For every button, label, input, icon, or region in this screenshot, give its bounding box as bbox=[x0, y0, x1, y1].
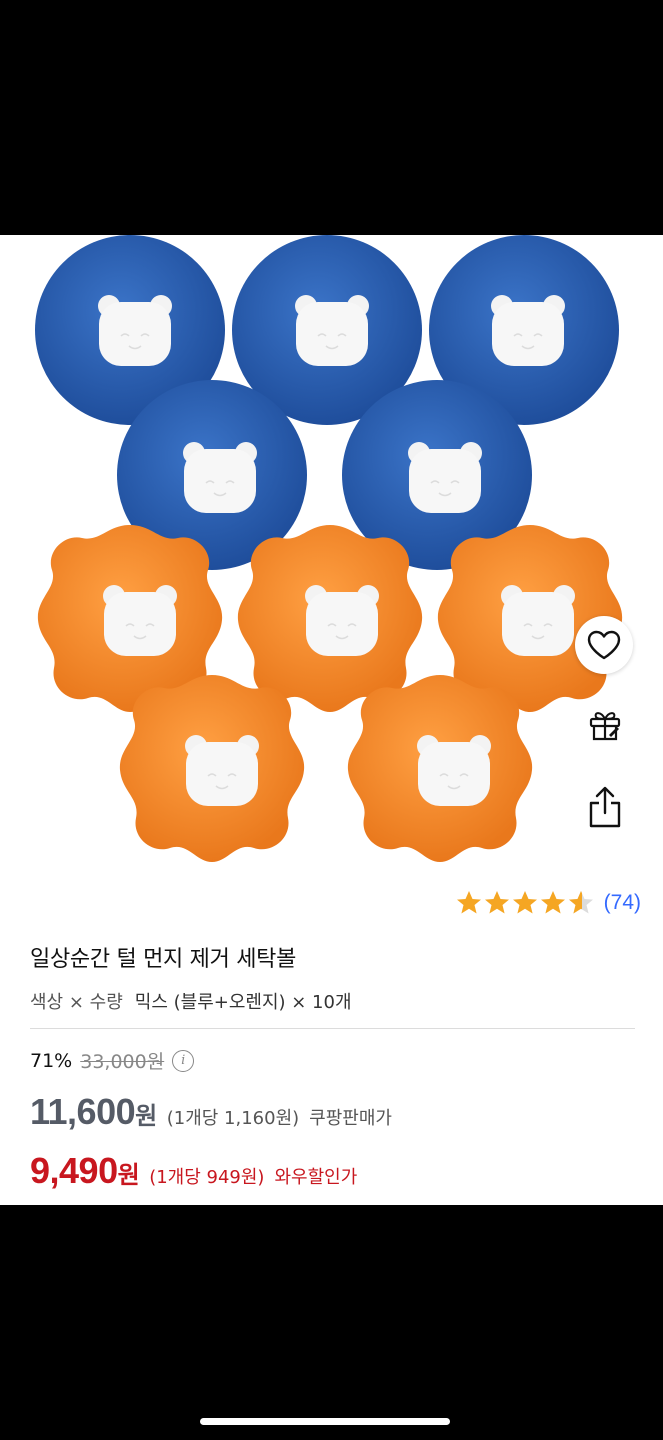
wow-price: 9,490원 bbox=[30, 1150, 140, 1192]
orange-ball-2 bbox=[237, 525, 423, 712]
wow-price-row: 9,490원 (1개당 949원) 와우할인가 bbox=[30, 1150, 357, 1192]
sale-price-label: 쿠팡판매가 bbox=[309, 1108, 392, 1129]
divider bbox=[30, 1028, 635, 1029]
product-title: 일상순간 털 먼지 제거 세탁볼 bbox=[30, 947, 297, 972]
wishlist-button[interactable] bbox=[575, 616, 633, 674]
review-count-link[interactable]: (74) bbox=[604, 891, 641, 915]
product-photo-balls bbox=[0, 235, 663, 875]
product-card: (74) 일상순간 털 먼지 제거 세탁볼 색상 × 수량 믹스 (블루+오렌지… bbox=[0, 235, 663, 1205]
option-selector[interactable]: 색상 × 수량 믹스 (블루+오렌지) × 10개 bbox=[30, 988, 352, 1014]
bottom-black-bar bbox=[0, 1205, 663, 1440]
discount-rate: 71% bbox=[30, 1049, 73, 1072]
wow-price-label: 와우할인가 bbox=[274, 1167, 358, 1188]
top-black-bar bbox=[0, 0, 663, 235]
option-value: 믹스 (블루+오렌지) × 10개 bbox=[134, 992, 352, 1013]
wow-unit-price: (1개당 949원) bbox=[149, 1167, 265, 1188]
sale-price-row: 11,600원 (1개당 1,160원) 쿠팡판매가 bbox=[30, 1091, 392, 1133]
sale-unit-price: (1개당 1,160원) bbox=[166, 1108, 300, 1129]
original-price: 33,000원 bbox=[80, 1051, 165, 1073]
gift-icon bbox=[589, 712, 621, 741]
wow-price-currency: 원 bbox=[117, 1162, 140, 1189]
sale-price: 11,600원 bbox=[30, 1091, 157, 1133]
share-button[interactable] bbox=[583, 783, 627, 831]
option-label: 색상 × 수량 bbox=[30, 992, 123, 1013]
heart-icon bbox=[587, 630, 621, 660]
gift-button[interactable] bbox=[583, 703, 627, 747]
orange-ball-4 bbox=[119, 675, 305, 862]
star-icon bbox=[456, 891, 593, 914]
orange-ball-5 bbox=[347, 675, 533, 862]
product-image[interactable] bbox=[0, 235, 663, 875]
discount-row: 71% 33,000원 i bbox=[30, 1047, 195, 1074]
wow-price-number: 9,490 bbox=[30, 1150, 118, 1191]
rating[interactable]: (74) bbox=[456, 890, 641, 916]
sale-price-currency: 원 bbox=[135, 1103, 157, 1130]
star-rating bbox=[456, 890, 596, 916]
sale-price-number: 11,600 bbox=[30, 1091, 136, 1132]
share-icon bbox=[589, 786, 621, 828]
home-indicator[interactable] bbox=[200, 1418, 450, 1425]
info-icon[interactable]: i bbox=[172, 1049, 195, 1072]
